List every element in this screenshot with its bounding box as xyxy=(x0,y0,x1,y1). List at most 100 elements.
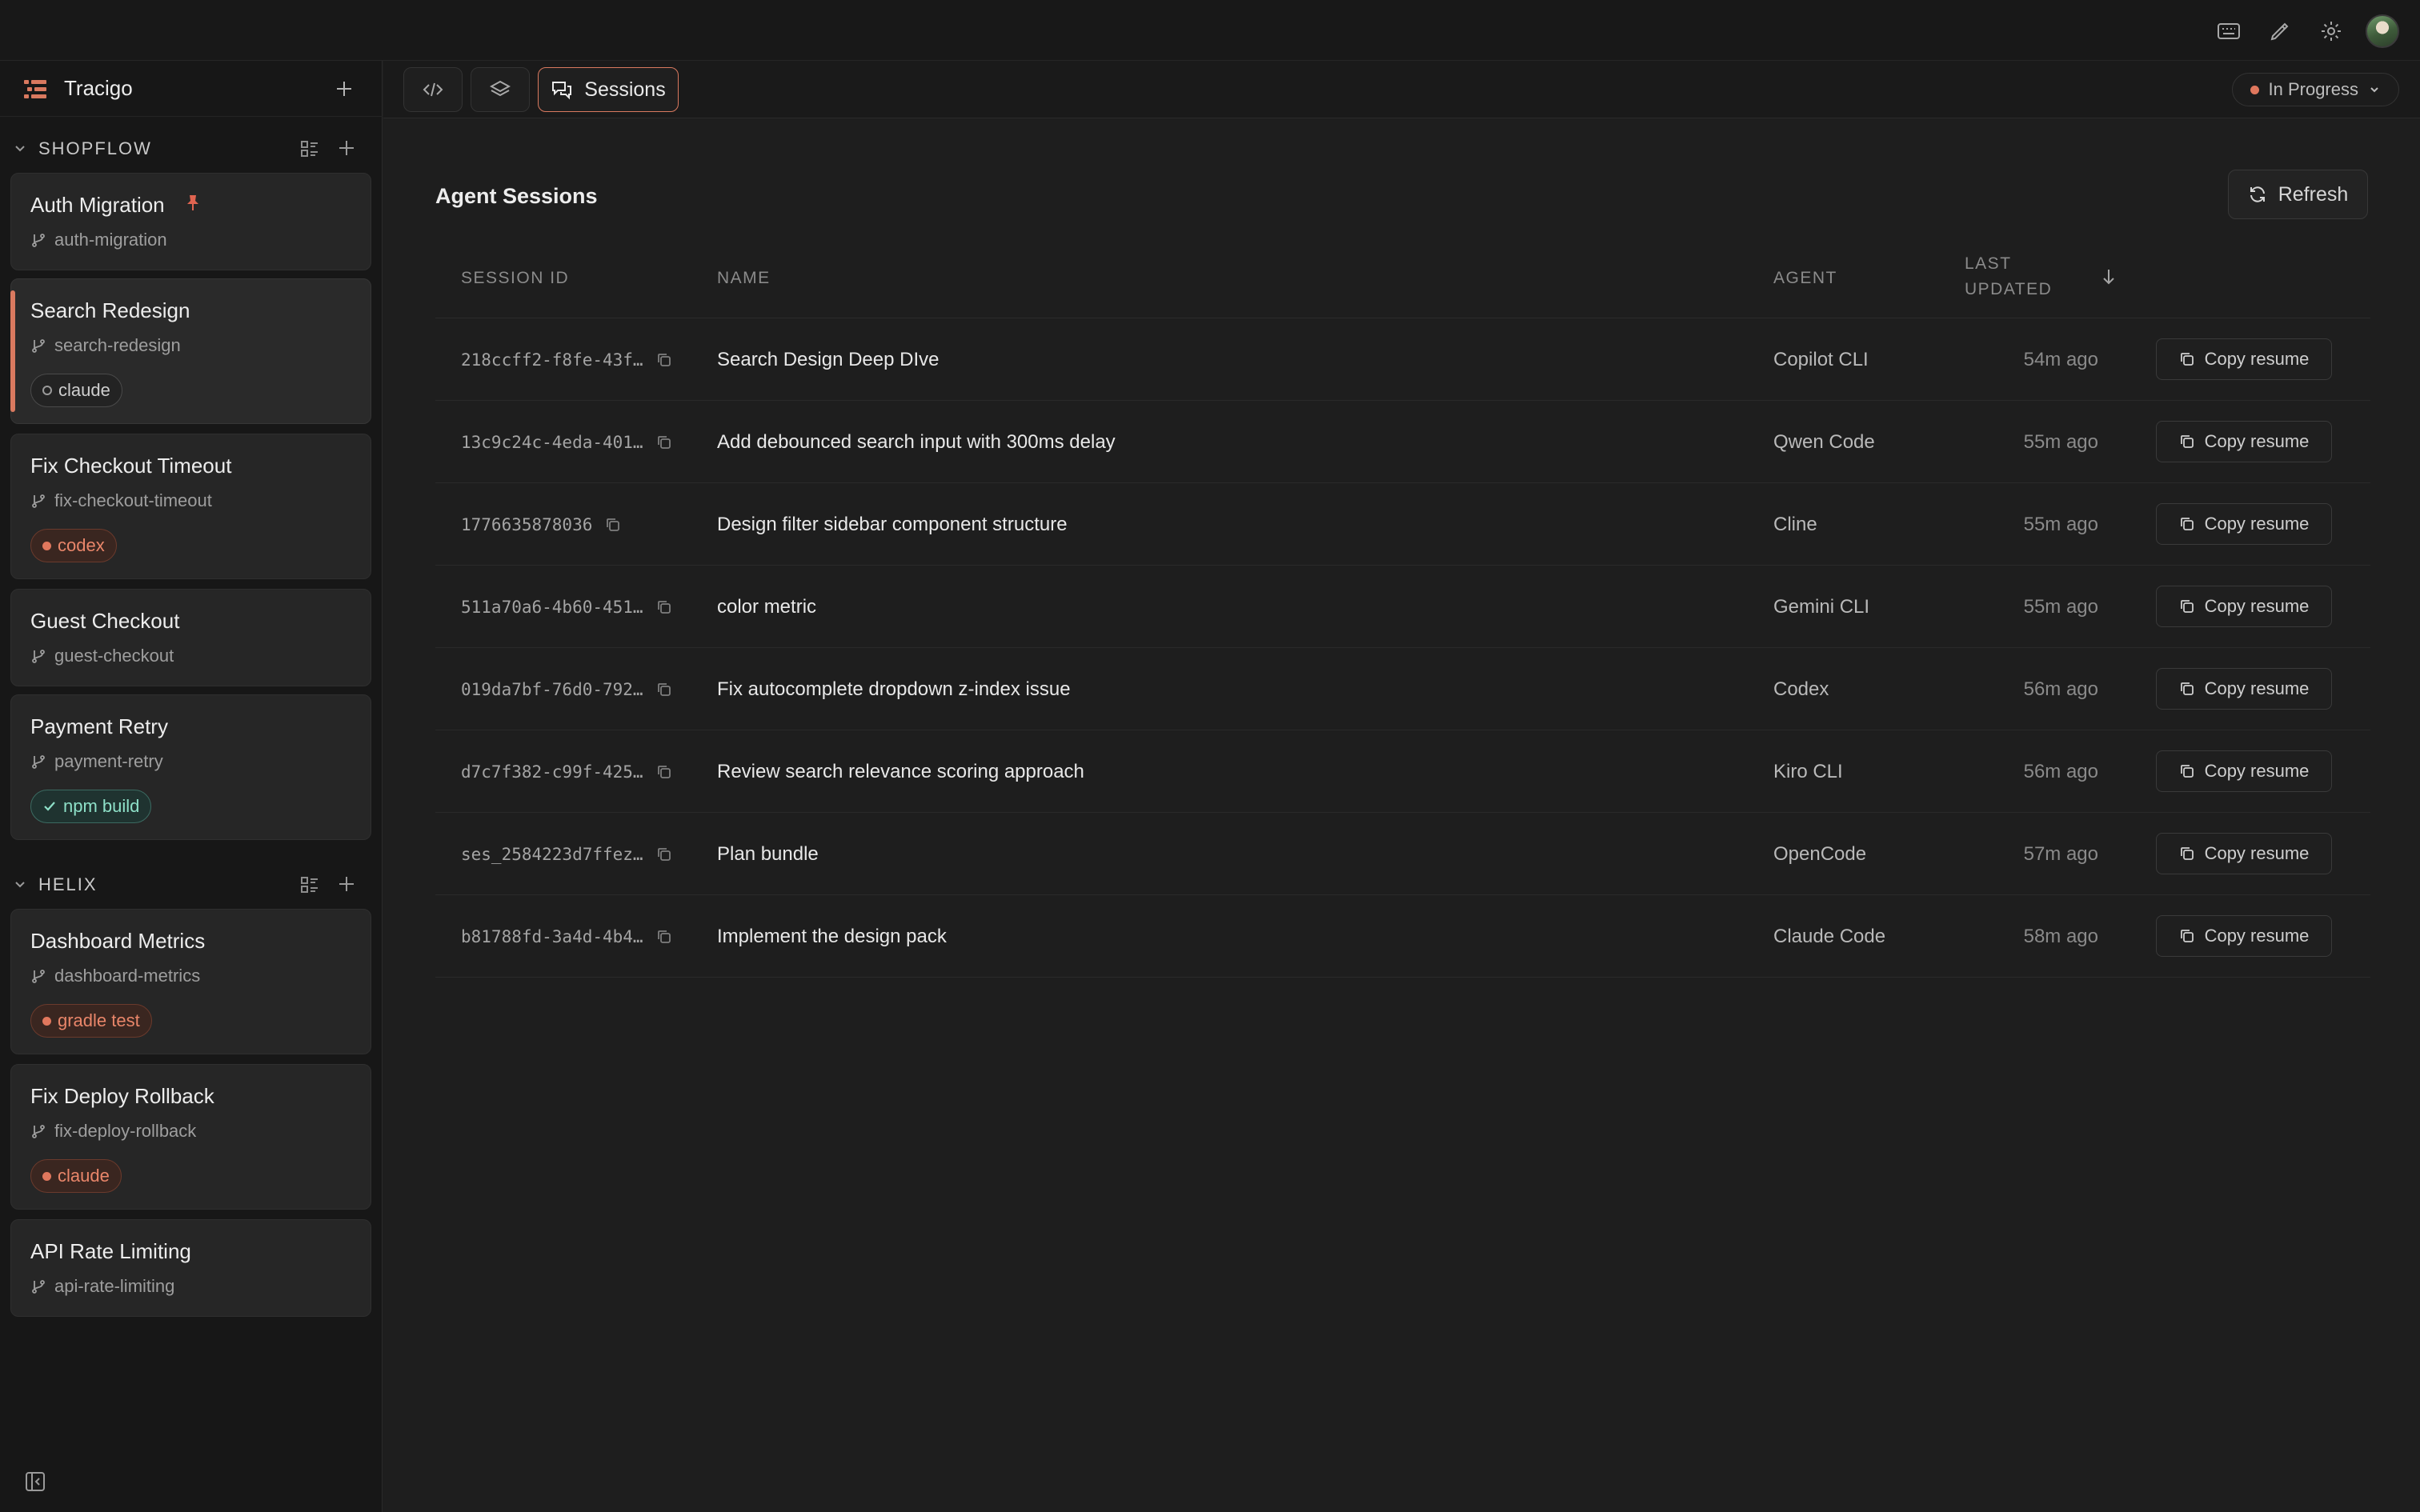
session-id-cell: 019da7bf-76d0-792… xyxy=(461,648,672,730)
session-last-updated: 56m ago xyxy=(2023,760,2098,782)
arrow-down-icon[interactable] xyxy=(2100,267,2118,286)
card-title: Search Redesign xyxy=(30,298,190,322)
table-row[interactable]: 019da7bf-76d0-792… Fix autocomplete drop… xyxy=(435,648,2370,730)
branch-name: search-redesign xyxy=(54,335,181,355)
copy-resume-button[interactable]: Copy resume xyxy=(2156,915,2332,957)
card-branch: auth-migration xyxy=(30,230,167,250)
status-dot-icon xyxy=(42,1171,51,1181)
gear-icon[interactable] xyxy=(2314,14,2348,48)
session-agent: Copilot CLI xyxy=(1773,348,1869,370)
session-name: Implement the design pack xyxy=(717,925,947,947)
workspace-card-auth-migration[interactable]: Auth Migration auth-migration xyxy=(10,173,371,270)
status-badge: npm build xyxy=(30,790,152,823)
pin-icon xyxy=(186,194,200,212)
check-icon xyxy=(42,799,57,814)
table-row[interactable]: 13c9c24c-4eda-401… Add debounced search … xyxy=(435,401,2370,483)
copy-resume-label: Copy resume xyxy=(2204,349,2310,369)
code-icon xyxy=(423,81,443,98)
workspace-card-search-redesign[interactable]: Search Redesign search-redesign claude xyxy=(10,278,371,424)
plus-icon[interactable] xyxy=(336,874,357,894)
sidebar-toggle-icon[interactable] xyxy=(24,1470,46,1493)
workspace-card-guest-checkout[interactable]: Guest Checkout guest-checkout xyxy=(10,589,371,686)
avatar[interactable] xyxy=(2366,14,2399,48)
column-session-id[interactable]: SESSION ID xyxy=(461,269,569,288)
copy-icon[interactable] xyxy=(605,517,621,533)
card-branch: fix-deploy-rollback xyxy=(30,1121,196,1142)
session-name: color metric xyxy=(717,595,817,618)
copy-icon[interactable] xyxy=(656,846,672,862)
table-row[interactable]: 511a70a6-4b60-451… color metric Gemini C… xyxy=(435,566,2370,648)
workspace-card-api-rate-limiting[interactable]: API Rate Limiting api-rate-limiting xyxy=(10,1219,371,1317)
status-dropdown[interactable]: In Progress xyxy=(2231,73,2399,106)
list-options-icon[interactable] xyxy=(299,874,320,895)
session-id-cell: ses_2584223d7ffez… xyxy=(461,813,672,895)
table-row[interactable]: 1776635878036 Design filter sidebar comp… xyxy=(435,483,2370,566)
plus-icon[interactable] xyxy=(331,76,357,102)
copy-resume-button[interactable]: Copy resume xyxy=(2156,833,2332,874)
git-branch-icon xyxy=(30,1278,46,1294)
copy-icon[interactable] xyxy=(656,929,672,945)
copy-resume-button[interactable]: Copy resume xyxy=(2156,503,2332,545)
tab-sessions[interactable]: Sessions xyxy=(538,67,679,112)
copy-resume-button[interactable]: Copy resume xyxy=(2156,668,2332,710)
keyboard-icon[interactable] xyxy=(2212,14,2246,48)
chevron-down-icon[interactable] xyxy=(11,140,29,158)
refresh-button[interactable]: Refresh xyxy=(2228,170,2368,219)
copy-resume-button[interactable]: Copy resume xyxy=(2156,750,2332,792)
group-header-shopflow[interactable]: SHOPFLOW xyxy=(0,131,383,166)
status-badge: gradle test xyxy=(30,1004,152,1038)
copy-resume-button[interactable]: Copy resume xyxy=(2156,338,2332,380)
session-id-cell: 218ccff2-f8fe-43f… xyxy=(461,318,672,401)
tab-code[interactable] xyxy=(403,67,463,112)
workspace-card-fix-deploy-rollback[interactable]: Fix Deploy Rollback fix-deploy-rollback … xyxy=(10,1064,371,1210)
card-branch: dashboard-metrics xyxy=(30,966,200,986)
git-branch-icon xyxy=(30,968,46,984)
session-last-updated: 55m ago xyxy=(2023,513,2098,535)
session-last-updated: 55m ago xyxy=(2023,430,2098,453)
chevron-down-icon[interactable] xyxy=(11,876,29,894)
group-header-helix[interactable]: HELIX xyxy=(0,867,383,902)
app-header: Tracigo xyxy=(0,61,383,117)
column-last-updated-line2: UPDATED xyxy=(1965,280,2053,298)
copy-resume-button[interactable]: Copy resume xyxy=(2156,586,2332,627)
copy-icon[interactable] xyxy=(656,352,672,368)
column-last-updated[interactable]: LAST UPDATED xyxy=(1965,254,2052,299)
table-row[interactable]: d7c7f382-c99f-425… Review search relevan… xyxy=(435,730,2370,813)
card-title: Auth Migration xyxy=(30,193,165,217)
copy-resume-label: Copy resume xyxy=(2204,843,2310,863)
table-row[interactable]: b81788fd-3a4d-4b4… Implement the design … xyxy=(435,895,2370,978)
git-branch-icon xyxy=(30,648,46,664)
session-agent: Claude Code xyxy=(1773,925,1886,947)
copy-icon[interactable] xyxy=(656,434,672,450)
page-title: Agent Sessions xyxy=(435,184,598,208)
session-last-updated: 56m ago xyxy=(2023,678,2098,700)
list-options-icon[interactable] xyxy=(299,138,320,159)
pencil-icon[interactable] xyxy=(2263,14,2297,48)
column-name[interactable]: NAME xyxy=(717,269,771,288)
status-dot-icon xyxy=(42,1016,51,1026)
badge-label: claude xyxy=(58,380,110,400)
session-name: Plan bundle xyxy=(717,842,819,865)
session-id: 019da7bf-76d0-792… xyxy=(461,679,643,699)
status-dot-icon xyxy=(42,541,51,550)
tab-layers[interactable] xyxy=(471,67,530,112)
workspace-card-payment-retry[interactable]: Payment Retry payment-retry npm build xyxy=(10,694,371,840)
main-panel: Sessions In Progress Agent Sessions Refr… xyxy=(383,61,2420,1512)
table-row[interactable]: ses_2584223d7ffez… Plan bundle OpenCode … xyxy=(435,813,2370,895)
workspace-card-dashboard-metrics[interactable]: Dashboard Metrics dashboard-metrics grad… xyxy=(10,909,371,1054)
table-row[interactable]: 218ccff2-f8fe-43f… Search Design Deep DI… xyxy=(435,318,2370,401)
status-badge: claude xyxy=(30,374,122,407)
session-last-updated: 54m ago xyxy=(2023,348,2098,370)
copy-icon[interactable] xyxy=(656,682,672,698)
card-title: Dashboard Metrics xyxy=(30,929,206,953)
copy-icon xyxy=(2179,598,2195,614)
workspace-card-fix-checkout-timeout[interactable]: Fix Checkout Timeout fix-checkout-timeou… xyxy=(10,434,371,579)
group-name: HELIX xyxy=(38,874,98,894)
column-agent[interactable]: AGENT xyxy=(1773,269,1837,288)
plus-icon[interactable] xyxy=(336,138,357,158)
copy-icon[interactable] xyxy=(656,599,672,615)
copy-resume-button[interactable]: Copy resume xyxy=(2156,421,2332,462)
session-id: d7c7f382-c99f-425… xyxy=(461,762,643,782)
copy-resume-label: Copy resume xyxy=(2204,514,2310,534)
copy-icon[interactable] xyxy=(656,764,672,780)
